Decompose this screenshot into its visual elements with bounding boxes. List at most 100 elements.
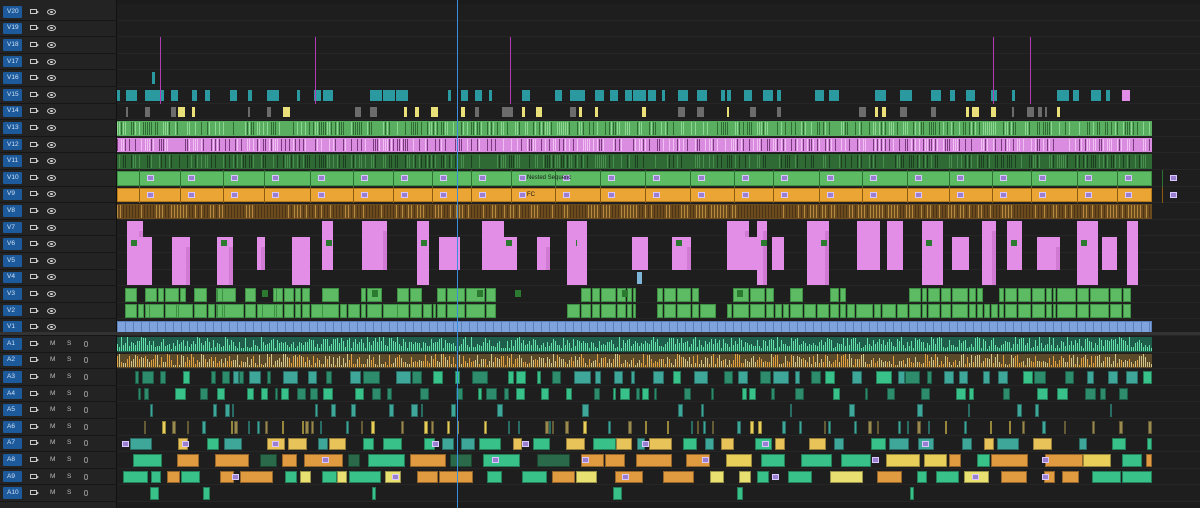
clip-v2[interactable] xyxy=(276,303,283,319)
clip-a8[interactable] xyxy=(977,454,990,467)
clip-a3[interactable] xyxy=(825,371,835,384)
clip-v15[interactable] xyxy=(950,90,955,101)
clip-v2[interactable] xyxy=(633,303,636,319)
microphone-icon[interactable] xyxy=(84,456,88,463)
clip-a6[interactable] xyxy=(758,421,762,434)
track-target-toggle[interactable]: V11 xyxy=(3,155,22,167)
clip-v2[interactable] xyxy=(941,303,951,319)
clip-a6[interactable] xyxy=(1009,421,1011,434)
clip-a6[interactable] xyxy=(928,421,930,434)
microphone-icon[interactable] xyxy=(84,473,88,480)
film-strip-icon[interactable] xyxy=(30,324,39,330)
clip-a4[interactable] xyxy=(795,387,804,401)
clip-a6[interactable] xyxy=(990,421,992,434)
clip-v14[interactable] xyxy=(579,106,582,118)
film-strip-icon[interactable] xyxy=(30,25,39,31)
clip-a3[interactable] xyxy=(283,371,298,384)
eye-icon[interactable] xyxy=(47,290,56,297)
clip-a9[interactable] xyxy=(300,470,311,484)
clip-v15[interactable] xyxy=(154,90,164,101)
clip-a8[interactable] xyxy=(368,454,405,467)
clip-pink[interactable] xyxy=(137,236,152,286)
clip-a6[interactable] xyxy=(898,421,901,434)
clip-a4[interactable] xyxy=(310,387,318,401)
clip-a4[interactable] xyxy=(486,387,497,401)
clip-v2[interactable] xyxy=(766,303,774,319)
clip-a9[interactable] xyxy=(739,470,751,484)
clip-v14[interactable] xyxy=(248,106,250,118)
clip-a6[interactable] xyxy=(305,421,309,434)
track-lane[interactable] xyxy=(117,53,1200,71)
clip-a6[interactable] xyxy=(172,421,176,434)
clip-a9[interactable] xyxy=(615,470,643,484)
clip-a8[interactable] xyxy=(761,454,785,467)
clip-v2[interactable] xyxy=(224,303,244,319)
clip-v14[interactable] xyxy=(859,106,866,118)
clip-a3[interactable] xyxy=(516,371,526,384)
clip-a7[interactable] xyxy=(889,437,909,451)
clip-v2[interactable] xyxy=(817,303,829,319)
clip-v3[interactable] xyxy=(1110,288,1122,302)
microphone-icon[interactable] xyxy=(84,357,88,364)
clip-v15[interactable] xyxy=(522,90,530,101)
clip-pink-edge[interactable] xyxy=(261,246,265,271)
clip-v15[interactable] xyxy=(230,90,237,101)
clip-a4[interactable] xyxy=(742,387,747,401)
nested-icon[interactable] xyxy=(1011,240,1017,247)
clip-a7[interactable] xyxy=(329,437,346,451)
clip-v3[interactable] xyxy=(909,288,921,302)
clip-a3[interactable] xyxy=(183,371,190,384)
clip-v3[interactable] xyxy=(766,288,774,302)
solo-button[interactable]: S xyxy=(67,373,71,381)
clip-a6[interactable] xyxy=(565,421,569,434)
microphone-icon[interactable] xyxy=(84,340,88,347)
clip-pink-edge[interactable] xyxy=(229,246,233,286)
clip-v14[interactable] xyxy=(431,106,438,118)
clip-v2[interactable] xyxy=(882,303,896,319)
track-target-toggle[interactable]: A9 xyxy=(3,470,22,483)
clip-a4[interactable] xyxy=(144,387,149,401)
clip-a6[interactable] xyxy=(1022,421,1025,434)
clip-a6[interactable] xyxy=(799,421,802,434)
eye-icon[interactable] xyxy=(47,324,56,331)
clip-v3[interactable] xyxy=(322,288,339,302)
clip-a9[interactable] xyxy=(877,470,902,484)
clip-v15[interactable] xyxy=(931,90,941,101)
film-strip-icon[interactable] xyxy=(30,207,39,213)
clip-a7[interactable] xyxy=(834,437,844,451)
track-target-toggle[interactable]: A10 xyxy=(3,487,22,499)
clip-a3[interactable] xyxy=(160,371,166,384)
clip-v15[interactable] xyxy=(570,90,579,101)
clip-a7[interactable] xyxy=(533,437,550,451)
clip-a9[interactable] xyxy=(788,470,812,484)
film-strip-icon[interactable] xyxy=(30,41,39,47)
clip-a4[interactable] xyxy=(1119,387,1128,401)
film-strip-icon[interactable] xyxy=(30,8,39,14)
clip-v2[interactable] xyxy=(1032,303,1045,319)
clip-v15[interactable] xyxy=(697,90,707,101)
nested-icon[interactable] xyxy=(221,240,227,247)
clip-v2[interactable] xyxy=(1057,303,1076,319)
clip-a10[interactable] xyxy=(203,487,210,500)
clip-v3[interactable] xyxy=(928,288,940,302)
clip-v2[interactable] xyxy=(733,303,749,319)
clip-v14[interactable] xyxy=(126,106,128,118)
clip-pink[interactable] xyxy=(417,220,429,286)
clip-v14[interactable] xyxy=(1012,106,1014,118)
eye-icon[interactable] xyxy=(47,191,56,198)
clip-v3[interactable] xyxy=(1032,288,1045,302)
clip-v3[interactable] xyxy=(922,288,927,302)
mute-button[interactable]: M xyxy=(50,489,55,497)
clip-a6[interactable] xyxy=(234,421,238,434)
clip-a4[interactable] xyxy=(504,387,509,401)
clip-a6[interactable] xyxy=(424,421,428,434)
film-strip-icon[interactable] xyxy=(30,58,39,64)
track-lane[interactable] xyxy=(117,37,1200,54)
clip-a4[interactable] xyxy=(355,387,364,401)
clip-v15[interactable] xyxy=(448,90,451,101)
clip-v2[interactable] xyxy=(909,303,921,319)
clip-a9[interactable] xyxy=(417,470,438,484)
clip-v15[interactable] xyxy=(117,90,120,101)
clip-a6[interactable] xyxy=(401,421,404,434)
track-target-toggle[interactable]: V18 xyxy=(3,39,22,51)
